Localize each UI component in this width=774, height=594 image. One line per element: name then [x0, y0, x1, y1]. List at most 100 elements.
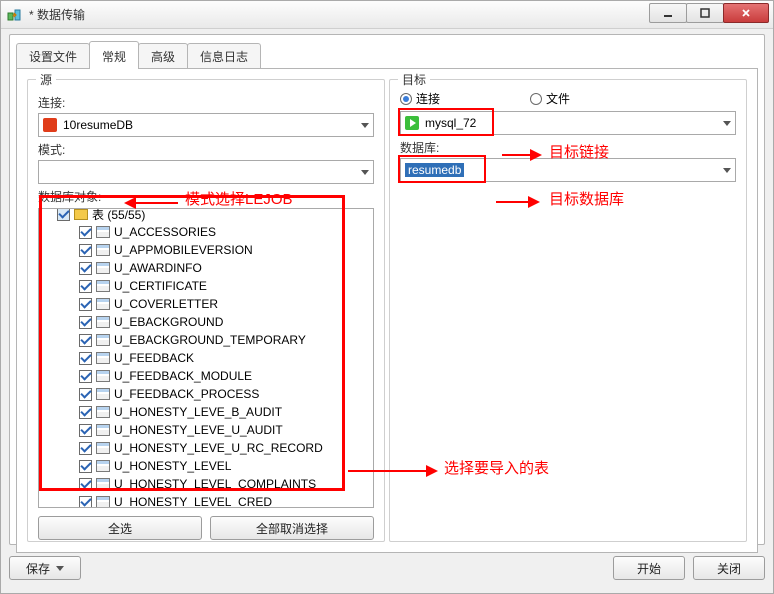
- save-button[interactable]: 保存: [9, 556, 81, 580]
- table-row[interactable]: U_EBACKGROUND_TEMPORARY: [39, 331, 373, 349]
- source-conn-value: 10resumeDB: [63, 118, 133, 132]
- source-column: 源 连接: 10resumeDB 模式: LEJOB: [27, 79, 385, 542]
- table-icon: [96, 352, 110, 364]
- table-icon: [96, 406, 110, 418]
- checkbox-icon[interactable]: [79, 298, 92, 311]
- table-name: U_COVERLETTER: [114, 297, 218, 311]
- close-dialog-button[interactable]: 关闭: [693, 556, 765, 580]
- select-all-button[interactable]: 全选: [38, 516, 202, 540]
- table-row[interactable]: U_HONESTY_LEVE_U_AUDIT: [39, 421, 373, 439]
- deselect-all-button[interactable]: 全部取消选择: [210, 516, 374, 540]
- table-row[interactable]: U_AWARDINFO: [39, 259, 373, 277]
- client-area: 设置文件 常规 高级 信息日志 源 连接: 10resumeDB: [9, 34, 765, 545]
- chevron-down-icon: [361, 123, 369, 128]
- table-name: U_HONESTY_LEVE_U_RC_RECORD: [114, 441, 323, 455]
- table-name: U_EBACKGROUND: [114, 315, 223, 329]
- table-name: U_HONESTY_LEVE_B_AUDIT: [114, 405, 282, 419]
- table-name: U_FEEDBACK_MODULE: [114, 369, 252, 383]
- table-icon: [96, 370, 110, 382]
- checkbox-icon[interactable]: [79, 442, 92, 455]
- chevron-down-icon: [361, 170, 369, 175]
- table-row[interactable]: U_FEEDBACK_MODULE: [39, 367, 373, 385]
- chevron-down-icon: [723, 168, 731, 173]
- source-mode-label: 模式:: [38, 141, 374, 158]
- source-mode-select-full[interactable]: LEJOB: [38, 160, 374, 184]
- checkbox-icon[interactable]: [79, 334, 92, 347]
- table-row[interactable]: U_HONESTY_LEVEL_CRED: [39, 493, 373, 508]
- table-icon: [96, 262, 110, 274]
- checkbox-icon[interactable]: [79, 478, 92, 491]
- table-name: U_HONESTY_LEVEL_CRED: [114, 495, 272, 508]
- table-name: U_EBACKGROUND_TEMPORARY: [114, 333, 306, 347]
- table-name: U_HONESTY_LEVEL_COMPLAINTS: [114, 477, 316, 491]
- tree-group-row[interactable]: 表 (55/55): [39, 208, 373, 223]
- table-row[interactable]: U_EBACKGROUND: [39, 313, 373, 331]
- checkbox-icon[interactable]: [79, 262, 92, 275]
- chevron-down-icon: [723, 121, 731, 126]
- table-name: U_FEEDBACK: [114, 351, 194, 365]
- close-button[interactable]: [723, 3, 769, 23]
- table-name: U_APPMOBILEVERSION: [114, 243, 253, 257]
- table-row[interactable]: U_FEEDBACK: [39, 349, 373, 367]
- table-icon: [96, 226, 110, 238]
- app-icon: [7, 7, 23, 23]
- checkbox-icon[interactable]: [79, 316, 92, 329]
- table-row[interactable]: U_HONESTY_LEVEL_COMPLAINTS: [39, 475, 373, 493]
- table-icon: [96, 496, 110, 508]
- table-row[interactable]: U_HONESTY_LEVE_B_AUDIT: [39, 403, 373, 421]
- target-radio-file[interactable]: 文件: [530, 90, 570, 107]
- checkbox-icon[interactable]: [79, 244, 92, 257]
- source-table-tree[interactable]: 表 (55/55) U_ACCESSORIES U_APPMOBILEVERSIO…: [38, 208, 374, 508]
- table-row[interactable]: U_CERTIFICATE: [39, 277, 373, 295]
- source-objects-label: 数据库对象:: [38, 188, 374, 205]
- tree-group-label: 表 (55/55): [92, 208, 145, 223]
- tab-info-log[interactable]: 信息日志: [187, 43, 261, 69]
- chevron-down-icon: [56, 566, 64, 571]
- checkbox-icon[interactable]: [79, 370, 92, 383]
- checkbox-icon[interactable]: [79, 352, 92, 365]
- folder-icon: [74, 209, 88, 220]
- checkbox-icon[interactable]: [79, 388, 92, 401]
- bottom-bar: 保存 开始 关闭: [9, 551, 765, 585]
- start-button[interactable]: 开始: [613, 556, 685, 580]
- table-name: U_CERTIFICATE: [114, 279, 207, 293]
- table-row[interactable]: U_HONESTY_LEVE_U_RC_RECORD: [39, 439, 373, 457]
- checkbox-icon[interactable]: [79, 496, 92, 509]
- checkbox-icon[interactable]: [79, 424, 92, 437]
- source-conn-label: 连接:: [38, 94, 374, 111]
- radio-icon: [530, 93, 542, 105]
- tabbar: 设置文件 常规 高级 信息日志: [16, 41, 758, 69]
- tab-settings-file[interactable]: 设置文件: [16, 43, 90, 69]
- checkbox-icon[interactable]: [79, 406, 92, 419]
- target-group-title: 目标: [398, 71, 430, 88]
- table-icon: [96, 388, 110, 400]
- source-group: 源 连接: 10resumeDB 模式: LEJOB: [27, 79, 385, 542]
- checkbox-icon[interactable]: [57, 208, 70, 221]
- window: * 数据传输 设置文件 常规 高级 信息日志 源 连接:: [0, 0, 774, 594]
- table-icon: [96, 280, 110, 292]
- table-name: U_ACCESSORIES: [114, 225, 216, 239]
- table-row[interactable]: U_COVERLETTER: [39, 295, 373, 313]
- table-icon: [96, 478, 110, 490]
- table-row[interactable]: U_APPMOBILEVERSION: [39, 241, 373, 259]
- table-icon: [96, 298, 110, 310]
- source-conn-select[interactable]: 10resumeDB: [38, 113, 374, 137]
- oracle-icon: [43, 118, 57, 132]
- table-name: U_FEEDBACK_PROCESS: [114, 387, 259, 401]
- checkbox-icon[interactable]: [79, 226, 92, 239]
- checkbox-icon[interactable]: [79, 280, 92, 293]
- target-radio-conn[interactable]: 连接: [400, 90, 440, 107]
- maximize-button[interactable]: [686, 3, 724, 23]
- tab-advanced[interactable]: 高级: [138, 43, 188, 69]
- minimize-button[interactable]: [649, 3, 687, 23]
- table-row[interactable]: U_HONESTY_LEVEL: [39, 457, 373, 475]
- table-row[interactable]: U_FEEDBACK_PROCESS: [39, 385, 373, 403]
- anno-box-conn: [398, 108, 494, 136]
- table-row[interactable]: U_ACCESSORIES: [39, 223, 373, 241]
- anno-box-db: [398, 155, 486, 183]
- table-icon: [96, 244, 110, 256]
- tab-general[interactable]: 常规: [89, 41, 139, 69]
- titlebar[interactable]: * 数据传输: [1, 1, 773, 29]
- checkbox-icon[interactable]: [79, 460, 92, 473]
- table-name: U_AWARDINFO: [114, 261, 202, 275]
